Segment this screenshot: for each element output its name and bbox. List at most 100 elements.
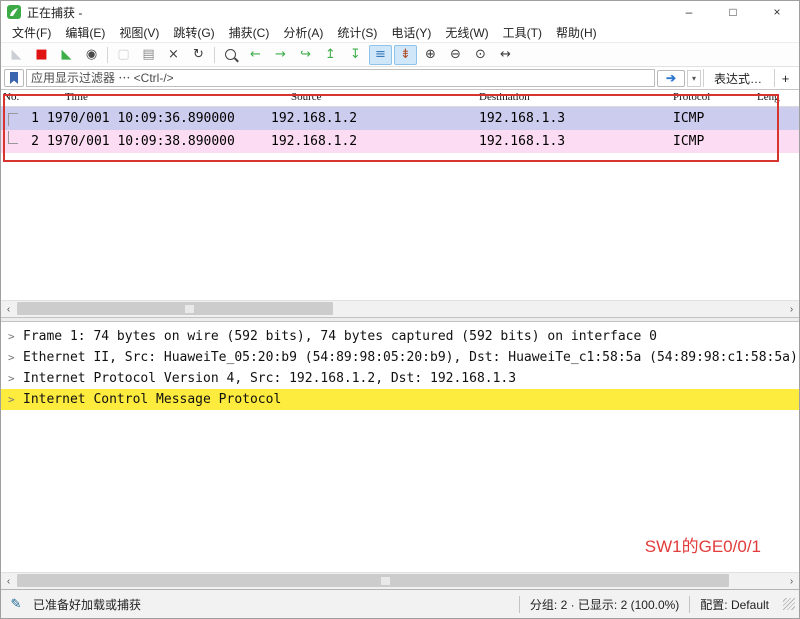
reload-button[interactable]: ↻ xyxy=(187,45,210,65)
expander-icon[interactable]: > xyxy=(8,326,15,347)
resize-columns-button[interactable]: ↔ xyxy=(494,45,517,65)
start-capture-button[interactable]: ◣ xyxy=(5,45,28,65)
packet-list-header: No. Time Source Destination Protocol Leng xyxy=(1,90,799,107)
minimize-button[interactable]: – xyxy=(667,1,711,23)
detail-row-1[interactable]: >Ethernet II, Src: HuaweiTe_05:20:b9 (54… xyxy=(1,347,799,368)
cell-protocol: ICMP xyxy=(673,107,704,130)
expander-icon[interactable]: > xyxy=(8,389,15,410)
menu-go[interactable]: 跳转(G) xyxy=(166,23,221,42)
add-filter-button[interactable]: + xyxy=(774,69,796,87)
restart-capture-button[interactable]: ◣ xyxy=(55,45,78,65)
reload-icon: ↻ xyxy=(193,48,204,61)
column-header-no[interactable]: No. xyxy=(3,91,19,103)
scrollbar-thumb[interactable] xyxy=(17,574,729,587)
title-bar: 正在捕获 - –□× xyxy=(1,1,799,23)
cell-protocol: ICMP xyxy=(673,130,704,153)
scrollbar-grip xyxy=(381,577,390,585)
scroll-left-icon[interactable]: ‹ xyxy=(1,573,16,589)
packet-row-1[interactable]: 11970/001 10:09:36.890000192.168.1.2192.… xyxy=(1,107,799,130)
zoom-reset-button[interactable]: ⊙ xyxy=(469,45,492,65)
status-profile[interactable]: 配置: Default xyxy=(689,596,779,613)
packet-list-hscrollbar[interactable]: ‹ › xyxy=(1,300,799,317)
menu-capture[interactable]: 捕获(C) xyxy=(222,23,277,42)
column-header-time[interactable]: Time xyxy=(65,91,88,103)
zoom-reset-icon: ⊙ xyxy=(475,48,486,61)
menu-wireless[interactable]: 无线(W) xyxy=(438,23,495,42)
main-toolbar: ◣■◣ ◉ ▢ ▤ × ↻ ←→↪↥ ↧ ≡ ⇟ ⊕ ⊖ ⊙ ↔ xyxy=(1,42,799,67)
column-header-length[interactable]: Leng xyxy=(757,91,780,103)
menu-view[interactable]: 视图(V) xyxy=(112,23,166,42)
status-packet-counts: 分组: 2 · 已显示: 2 (100.0%) xyxy=(519,596,689,613)
close-icon: × xyxy=(773,5,780,19)
scroll-left-icon[interactable]: ‹ xyxy=(1,301,16,317)
expert-pencil-icon: ✎ xyxy=(11,596,22,611)
last-packet-button[interactable]: ↧ xyxy=(344,45,367,65)
expert-info-button[interactable]: ✎ xyxy=(5,594,27,614)
detail-row-0[interactable]: > Frame 1: 74 bytes on wire (592 bits), 7… xyxy=(1,326,799,347)
zoom-in-icon: ⊕ xyxy=(425,48,436,61)
save-file-button[interactable]: ▤ xyxy=(137,45,160,65)
column-header-protocol[interactable]: Protocol xyxy=(673,91,710,103)
previous-packet-button[interactable]: ← xyxy=(244,45,267,65)
scrollbar-grip xyxy=(185,305,194,313)
expander-icon[interactable]: > xyxy=(8,347,15,368)
detail-text: Internet Protocol Version 4, Src: 192.16… xyxy=(23,368,516,389)
arrow-to-bottom-icon: ↧ xyxy=(350,48,361,61)
resize-columns-icon: ↔ xyxy=(500,48,511,61)
colorize-button[interactable]: ≡ xyxy=(369,45,392,65)
detail-text: Internet Control Message Protocol xyxy=(23,389,281,410)
menu-analyze[interactable]: 分析(A) xyxy=(276,23,330,42)
stop-capture-button[interactable]: ■ xyxy=(30,45,53,65)
menu-edit[interactable]: 编辑(E) xyxy=(58,23,112,42)
magnifier-icon xyxy=(225,49,236,60)
open-file-button[interactable]: ▢ xyxy=(112,45,135,65)
close-file-icon: × xyxy=(168,48,179,61)
wireshark-window: 正在捕获 - –□× 文件(F)编辑(E)视图(V)跳转(G)捕获(C)分析(A… xyxy=(0,0,800,619)
zoom-in-button[interactable]: ⊕ xyxy=(419,45,442,65)
detail-row-3[interactable]: > Internet Control Message Protocol xyxy=(1,389,799,410)
apply-filter-button[interactable]: ➔ xyxy=(657,70,685,87)
window-controls: –□ × xyxy=(667,1,799,23)
colorize-icon: ≡ xyxy=(375,48,386,61)
expander-icon[interactable]: > xyxy=(8,368,15,389)
zoom-out-icon: ⊖ xyxy=(450,48,461,61)
packet-detail-pane: > Frame 1: 74 bytes on wire (592 bits), 7… xyxy=(1,322,799,589)
menu-telephony[interactable]: 电话(Y) xyxy=(384,23,438,42)
menu-statistics[interactable]: 统计(S) xyxy=(330,23,384,42)
detail-row-2[interactable]: > Internet Protocol Version 4, Src: 192.1… xyxy=(1,368,799,389)
auto-scroll-button[interactable]: ⇟ xyxy=(394,45,417,65)
zoom-out-button[interactable]: ⊖ xyxy=(444,45,467,65)
expression-button[interactable]: 表达式… xyxy=(703,69,772,87)
column-header-source[interactable]: Source xyxy=(291,91,322,103)
status-ready-text: 已准备好加载或捕获 xyxy=(33,596,141,613)
gear-icon: ◉ xyxy=(86,48,97,61)
go-to-packet-button[interactable]: ↪ xyxy=(294,45,317,65)
detail-text: Frame 1: 74 bytes on wire (592 bits), 74… xyxy=(23,326,657,347)
filter-bookmark-button[interactable] xyxy=(4,69,24,87)
capture-options-button[interactable]: ◉ xyxy=(80,45,103,65)
find-packet-button[interactable] xyxy=(219,45,242,65)
cell-source: 192.168.1.2 xyxy=(271,130,357,153)
scrollbar-thumb[interactable] xyxy=(17,302,333,315)
menu-help[interactable]: 帮助(H) xyxy=(549,23,604,42)
cell-no: 2 xyxy=(1,130,39,153)
close-button[interactable]: × xyxy=(755,1,799,23)
menu-file[interactable]: 文件(F) xyxy=(5,23,58,42)
save-icon: ▤ xyxy=(142,48,154,61)
detail-hscrollbar[interactable]: ‹ › xyxy=(1,572,799,589)
maximize-button[interactable]: □ xyxy=(711,1,755,23)
folder-open-icon: ▢ xyxy=(117,48,129,61)
column-header-destination[interactable]: Destination xyxy=(479,91,530,103)
scroll-right-icon[interactable]: › xyxy=(784,301,799,317)
close-file-button[interactable]: × xyxy=(162,45,185,65)
first-packet-button[interactable]: ↥ xyxy=(319,45,342,65)
packet-row-2[interactable]: 21970/001 10:09:38.890000192.168.1.2192.… xyxy=(1,130,799,153)
resize-grip-icon[interactable] xyxy=(783,598,795,610)
auto-scroll-icon: ⇟ xyxy=(400,48,411,61)
next-packet-button[interactable]: → xyxy=(269,45,292,65)
packet-list-rows: 11970/001 10:09:36.890000192.168.1.2192.… xyxy=(1,107,799,153)
menu-tools[interactable]: 工具(T) xyxy=(496,23,549,42)
filter-dropdown-button[interactable]: ▾ xyxy=(687,70,701,87)
display-filter-input[interactable] xyxy=(26,69,655,87)
scroll-right-icon[interactable]: › xyxy=(784,573,799,589)
